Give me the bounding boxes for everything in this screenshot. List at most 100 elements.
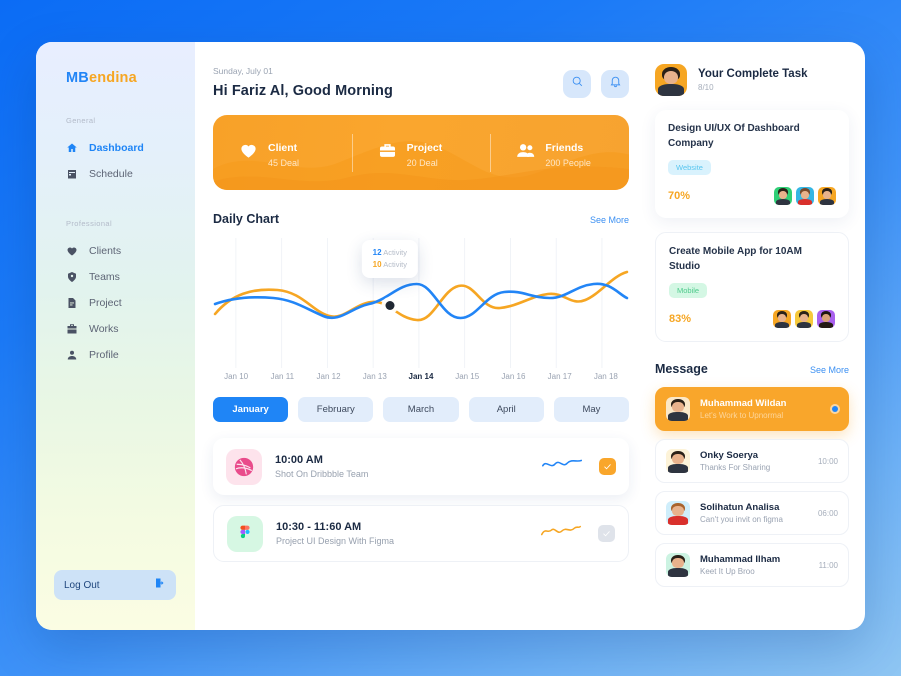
avatar xyxy=(666,553,690,577)
message-see-more-link[interactable]: See More xyxy=(810,365,849,375)
logout-button[interactable]: Log Out xyxy=(54,570,176,600)
sidebar-item-works[interactable]: Works xyxy=(36,316,195,342)
schedule-item[interactable]: 10:30 - 11:60 AM Project UI Design With … xyxy=(213,505,629,562)
nav-group-label-general: General xyxy=(66,116,96,125)
tooltip-label: Activity xyxy=(383,248,407,257)
chart-title: Daily Chart xyxy=(213,212,279,226)
task-badge: Website xyxy=(668,160,711,175)
stat-value: 20 Deal xyxy=(406,157,438,168)
sidebar-item-dashboard[interactable]: Dashboard xyxy=(36,135,195,161)
briefcase-icon xyxy=(66,323,78,335)
message-item[interactable]: Muhammad Ilham Keet It Up Broo 11:00 xyxy=(655,543,849,587)
right-panel: Your Complete Task 8/10 Design UI/UX Of … xyxy=(647,42,865,630)
message-item-text: Onky Soerya Thanks For Sharing xyxy=(700,450,812,472)
x-tick: Jan 16 xyxy=(501,372,526,381)
avatar xyxy=(773,310,791,328)
month-chip-may[interactable]: May xyxy=(553,397,630,422)
search-button[interactable] xyxy=(563,70,591,98)
task-header-title: Your Complete Task xyxy=(698,68,808,80)
task-progress-percent: 83% xyxy=(669,313,692,325)
sidebar: MBendina General Dashboard Schedule Prof… xyxy=(36,42,195,630)
daily-chart-section: Daily Chart See More 12 Activity 10 Acti… xyxy=(213,212,630,422)
sidebar-item-teams[interactable]: Teams xyxy=(36,264,195,290)
figma-icon xyxy=(227,515,263,552)
chart-line-series-b xyxy=(213,270,629,322)
task-progress-percent: 70% xyxy=(668,190,691,202)
schedule-item-time: 10:00 AM xyxy=(275,454,323,466)
sidebar-item-schedule[interactable]: Schedule xyxy=(36,161,195,187)
heart-icon xyxy=(239,141,258,165)
x-tick: Jan 15 xyxy=(455,372,480,381)
task-card[interactable]: Design UI/UX Of Dashboard Company Websit… xyxy=(655,110,849,218)
task-header-text: Your Complete Task 8/10 xyxy=(698,68,808,92)
message-header: Message See More xyxy=(655,362,849,376)
sparkline-blue-icon xyxy=(541,455,583,478)
x-tick-active: Jan 14 xyxy=(408,372,434,381)
people-icon xyxy=(516,141,535,165)
task-card[interactable]: Create Mobile App for 10AM Studio Mobile… xyxy=(655,232,849,342)
x-tick: Jan 18 xyxy=(593,372,618,381)
sidebar-item-label: Dashboard xyxy=(89,142,144,154)
stat-title: Client xyxy=(268,141,298,154)
sidebar-item-clients[interactable]: Clients xyxy=(36,238,195,264)
avatar xyxy=(655,64,687,96)
avatar xyxy=(666,397,690,421)
app-window: MBendina General Dashboard Schedule Prof… xyxy=(36,42,865,630)
message-item-text: Muhammad Wildan Let's Work to Upnormal xyxy=(700,398,826,420)
schedule-item-checkbox[interactable] xyxy=(599,458,616,475)
message-item[interactable]: Muhammad Wildan Let's Work to Upnormal xyxy=(655,387,849,431)
message-item[interactable]: Onky Soerya Thanks For Sharing 10:00 xyxy=(655,439,849,483)
task-card-footer: 70% xyxy=(668,187,836,205)
chart-see-more-link[interactable]: See More xyxy=(590,215,629,225)
task-card-title: Create Mobile App for 10AM Studio xyxy=(669,246,802,272)
x-tick: Jan 13 xyxy=(362,372,387,381)
stat-client: Client 45 Deal xyxy=(213,138,352,168)
brand-logo: MBendina xyxy=(36,70,195,86)
chart-plot-area[interactable]: 12 Activity 10 Activity xyxy=(213,238,629,368)
briefcase-icon xyxy=(378,141,397,165)
message-title: Message xyxy=(655,362,708,376)
schedule-item-time: 10:30 - 11:60 AM xyxy=(276,521,362,533)
message-item[interactable]: Solihatun Analisa Can't you invit on fig… xyxy=(655,491,849,535)
logout-icon xyxy=(154,576,166,594)
chart-gridlines xyxy=(235,238,603,368)
x-tick: Jan 12 xyxy=(316,372,341,381)
sidebar-item-project[interactable]: Project xyxy=(36,290,195,316)
stat-friends: Friends 200 People xyxy=(490,138,629,168)
month-chip-january[interactable]: January xyxy=(213,397,289,422)
chart-svg xyxy=(213,238,629,368)
tooltip-row-b: 10 Activity xyxy=(373,259,407,271)
stat-text: Client 45 Deal xyxy=(268,138,299,168)
task-header-count: 8/10 xyxy=(698,83,714,92)
month-chip-march[interactable]: March xyxy=(383,397,459,422)
avatar xyxy=(796,187,814,205)
avatar xyxy=(666,449,690,473)
brand-logo-part1: MB xyxy=(66,70,89,86)
month-chip-february[interactable]: February xyxy=(298,397,374,422)
search-icon xyxy=(571,75,584,93)
sidebar-item-label: Works xyxy=(89,323,119,335)
tooltip-value: 12 xyxy=(372,248,382,257)
month-chip-april[interactable]: April xyxy=(468,397,544,422)
sidebar-item-label: Teams xyxy=(89,271,120,283)
notifications-button[interactable] xyxy=(601,70,629,98)
sparkline-orange-icon xyxy=(540,522,582,545)
stat-text: Project 20 Deal xyxy=(407,138,443,168)
schedule-item-desc: Shot On Dribbble Team xyxy=(275,469,369,479)
x-tick: Jan 11 xyxy=(270,372,295,381)
sidebar-item-profile[interactable]: Profile xyxy=(36,342,195,368)
task-card-title: Design UI/UX Of Dashboard Company xyxy=(668,123,800,149)
chart-tooltip: 12 Activity 10 Activity xyxy=(361,240,418,278)
unread-indicator-icon xyxy=(832,406,838,412)
message-preview: Can't you invit on figma xyxy=(700,515,783,524)
message-time: 06:00 xyxy=(817,508,838,518)
tooltip-row-a: 12 Activity xyxy=(373,247,407,259)
schedule-item[interactable]: 10:00 AM Shot On Dribbble Team xyxy=(213,438,629,495)
calendar-icon xyxy=(66,168,78,180)
bell-icon xyxy=(609,75,622,93)
logout-label: Log Out xyxy=(64,579,100,591)
stats-banner: Client 45 Deal Project 20 Deal Friends 2… xyxy=(213,115,629,190)
message-preview: Thanks For Sharing xyxy=(700,463,771,472)
schedule-item-checkbox[interactable] xyxy=(598,525,615,542)
task-avatar-stack xyxy=(774,187,836,205)
